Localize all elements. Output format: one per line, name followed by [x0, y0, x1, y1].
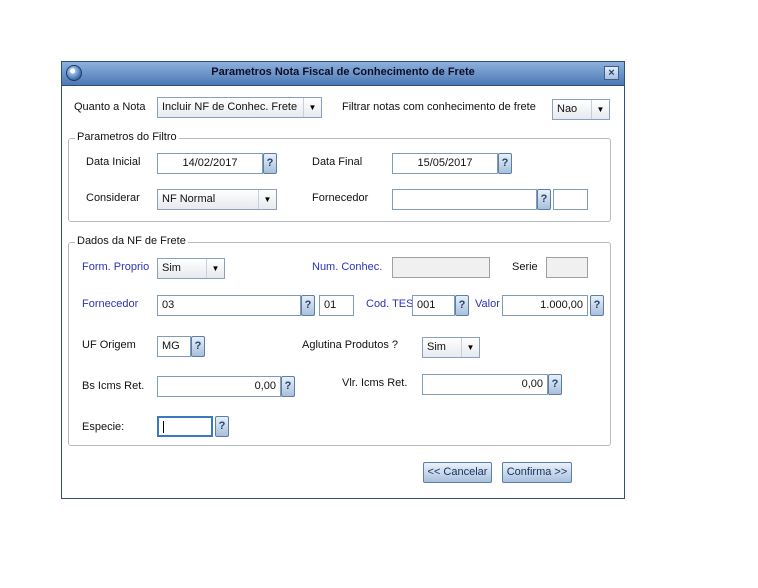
parametros-dialog: Parametros Nota Fiscal de Conhecimento d… — [61, 61, 625, 499]
chevron-down-icon: ▼ — [591, 100, 609, 119]
filtro-legend: Parametros do Filtro — [75, 131, 179, 143]
cancelar-button[interactable]: << Cancelar — [423, 462, 492, 483]
chevron-down-icon: ▼ — [206, 259, 224, 278]
filtrar-notas-value: Nao — [557, 103, 578, 115]
vlr-icms-ret-field[interactable]: 0,00 — [422, 374, 548, 395]
dialog-title: Parametros Nota Fiscal de Conhecimento d… — [211, 66, 475, 78]
especie-field[interactable] — [157, 416, 213, 437]
quanto-a-nota-label: Quanto a Nota — [74, 101, 146, 113]
data-final-field[interactable]: 15/05/2017 — [392, 153, 498, 174]
cod-tes-field[interactable]: 001 — [412, 295, 455, 316]
loja-field[interactable]: 01 — [319, 295, 354, 316]
filtro-group: Parametros do Filtro Data Inicial 14/02/… — [68, 131, 611, 222]
vlr-icms-ret-label: Vlr. Icms Ret. — [342, 377, 408, 389]
bs-icms-ret-lookup-button[interactable]: ? — [281, 376, 295, 397]
fornecedor-label: Fornecedor — [82, 298, 139, 310]
cod-tes-lookup-button[interactable]: ? — [455, 295, 469, 316]
considerar-label: Considerar — [86, 192, 140, 204]
quanto-a-nota-select[interactable]: Incluir NF de Conhec. Frete ▼ — [157, 97, 322, 118]
bs-icms-ret-field[interactable]: 0,00 — [157, 376, 281, 397]
title-bar[interactable]: Parametros Nota Fiscal de Conhecimento d… — [62, 62, 624, 86]
close-button[interactable]: × — [604, 66, 619, 80]
fornecedor-filtro-loja-field[interactable] — [553, 189, 588, 210]
data-final-lookup-button[interactable]: ? — [498, 153, 512, 174]
dados-legend: Dados da NF de Frete — [75, 235, 188, 247]
chevron-down-icon: ▼ — [461, 338, 479, 357]
form-proprio-value: Sim — [162, 262, 181, 274]
cod-tes-label: Cod. TES — [366, 298, 414, 310]
fornecedor-lookup-button[interactable]: ? — [301, 295, 315, 316]
valor-lookup-button[interactable]: ? — [590, 295, 604, 316]
form-proprio-label: Form. Proprio — [82, 261, 150, 273]
data-inicial-lookup-button[interactable]: ? — [263, 153, 277, 174]
valor-field[interactable]: 1.000,00 — [502, 295, 588, 316]
quanto-a-nota-value: Incluir NF de Conhec. Frete — [162, 101, 298, 113]
fornecedor-filtro-label: Fornecedor — [312, 192, 369, 204]
considerar-select[interactable]: NF Normal ▼ — [157, 189, 277, 210]
aglutina-produtos-select[interactable]: Sim ▼ — [422, 337, 480, 358]
aglutina-produtos-label: Aglutina Produtos ? — [302, 339, 399, 351]
filtrar-notas-label: Filtrar notas com conhecimento de frete — [342, 101, 536, 113]
data-inicial-label: Data Inicial — [86, 156, 141, 168]
uf-origem-lookup-button[interactable]: ? — [191, 336, 205, 357]
bs-icms-ret-label: Bs Icms Ret. — [82, 380, 145, 392]
dados-group: Dados da NF de Frete Form. Proprio Sim ▼… — [68, 235, 611, 446]
chevron-down-icon: ▼ — [258, 190, 276, 209]
filtrar-notas-select[interactable]: Nao ▼ — [552, 99, 610, 120]
considerar-value: NF Normal — [162, 193, 216, 205]
num-conhec-label: Num. Conhec. — [312, 261, 383, 273]
fornecedor-filtro-field[interactable] — [392, 189, 537, 210]
num-conhec-field[interactable] — [392, 257, 490, 278]
text-caret — [163, 421, 164, 434]
especie-label: Especie: — [82, 421, 125, 433]
uf-origem-field[interactable]: MG — [157, 336, 191, 357]
data-final-label: Data Final — [312, 156, 363, 168]
especie-lookup-button[interactable]: ? — [215, 416, 229, 437]
fornecedor-field[interactable]: 03 — [157, 295, 301, 316]
serie-field[interactable] — [546, 257, 588, 278]
uf-origem-label: UF Origem — [82, 339, 136, 351]
aglutina-produtos-value: Sim — [427, 341, 446, 353]
valor-label: Valor — [475, 298, 500, 310]
vlr-icms-ret-lookup-button[interactable]: ? — [548, 374, 562, 395]
data-inicial-field[interactable]: 14/02/2017 — [157, 153, 263, 174]
chevron-down-icon: ▼ — [303, 98, 321, 117]
serie-label: Serie — [512, 261, 538, 273]
form-proprio-select[interactable]: Sim ▼ — [157, 258, 225, 279]
fornecedor-filtro-lookup-button[interactable]: ? — [537, 189, 551, 210]
confirma-button[interactable]: Confirma >> — [502, 462, 572, 483]
